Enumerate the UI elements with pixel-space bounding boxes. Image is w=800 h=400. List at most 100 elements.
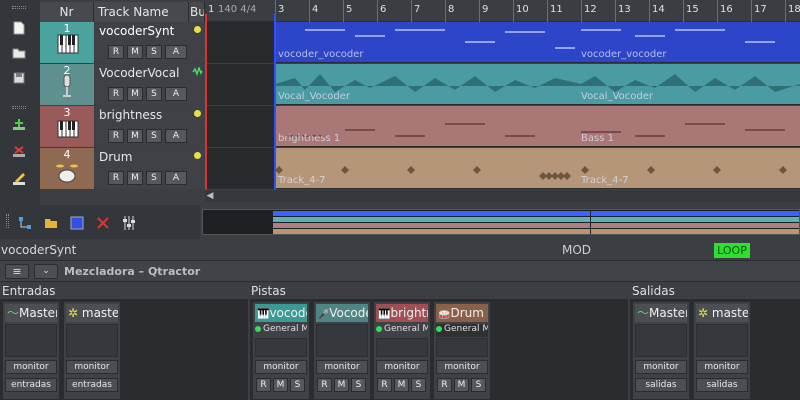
strip-instrument[interactable]: General M: [436, 324, 488, 337]
monitor-button[interactable]: monitor: [696, 360, 748, 374]
track-number-cell[interactable]: 2: [40, 64, 94, 105]
session-overview[interactable]: [202, 209, 800, 235]
header-nr[interactable]: Nr: [40, 2, 94, 22]
midi-clip[interactable]: brightness 1 Bass 1: [275, 106, 800, 146]
track-name-cell[interactable]: VocoderVocal R M S A: [95, 64, 190, 105]
route-button[interactable]: entradas: [66, 378, 118, 392]
mixer-output-strip[interactable]: ✲ master monitor salidas: [693, 301, 751, 400]
strip-name[interactable]: 🎹brightn: [376, 304, 428, 322]
remove-track-icon[interactable]: [9, 143, 29, 161]
automation-button[interactable]: A: [165, 171, 187, 185]
route-button[interactable]: salidas: [696, 378, 748, 392]
mute-button[interactable]: M: [394, 378, 409, 392]
strip-plugin-area[interactable]: [696, 324, 748, 357]
strip-name[interactable]: 〜Master: [5, 304, 57, 322]
monitor-button[interactable]: monitor: [436, 360, 488, 374]
mixer-icon[interactable]: [122, 215, 136, 231]
toolbar-grip[interactable]: [12, 106, 26, 109]
mute-button[interactable]: M: [454, 378, 469, 392]
track-row[interactable]: 4 Drum R M S A: [40, 148, 205, 189]
mixer-track-strip[interactable]: 🎹brightn General M monitor R M S: [373, 301, 431, 400]
midi-clip[interactable]: vocoder_vocoder vocoder_vocoder: [275, 22, 800, 62]
strip-plugin-area[interactable]: [5, 324, 57, 357]
route-icon[interactable]: [18, 216, 32, 230]
track-lane[interactable]: brightness 1 Bass 1: [205, 106, 800, 147]
bus-cell[interactable]: [190, 64, 205, 105]
solo-button[interactable]: S: [146, 171, 162, 185]
strip-plugin-area[interactable]: [436, 338, 488, 357]
mute-button[interactable]: M: [273, 378, 288, 392]
menu-icon[interactable]: ≡: [5, 264, 29, 279]
strip-plugin-area[interactable]: [255, 338, 307, 357]
monitor-button[interactable]: monitor: [66, 360, 118, 374]
track-row[interactable]: 1 vocoderSynt R M S A: [40, 22, 205, 63]
monitor-button[interactable]: monitor: [316, 360, 368, 374]
automation-button[interactable]: A: [165, 45, 187, 59]
track-lane[interactable]: Vocal_Vocoder Vocal_Vocoder: [205, 64, 800, 105]
drum-clip[interactable]: Track_4-7 Track_4-7: [275, 148, 800, 188]
record-button[interactable]: R: [317, 378, 332, 392]
track-lane[interactable]: vocoder_vocoder vocoder_vocoder: [205, 22, 800, 63]
automation-button[interactable]: A: [165, 129, 187, 143]
record-button[interactable]: R: [108, 129, 124, 143]
track-number-cell[interactable]: 1: [40, 22, 94, 63]
folder-icon[interactable]: [44, 216, 58, 230]
track-row[interactable]: 3 brightness R M S A: [40, 106, 205, 147]
track-name-cell[interactable]: Drum R M S A: [95, 148, 190, 189]
strip-name[interactable]: 〜Master: [635, 304, 687, 322]
strip-name[interactable]: 🥁Drum: [436, 304, 488, 322]
track-name-cell[interactable]: brightness R M S A: [95, 106, 190, 147]
solo-button[interactable]: S: [146, 87, 162, 101]
bus-cell[interactable]: [190, 106, 205, 147]
solo-button[interactable]: S: [411, 378, 426, 392]
record-button[interactable]: R: [108, 171, 124, 185]
horizontal-scrollbar[interactable]: ◀: [205, 190, 800, 202]
strip-name[interactable]: ✲ master: [696, 304, 748, 322]
record-button[interactable]: R: [108, 45, 124, 59]
track-name-cell[interactable]: vocoderSynt R M S A: [95, 22, 190, 63]
record-button[interactable]: R: [377, 378, 392, 392]
strip-instrument[interactable]: General M: [376, 324, 428, 337]
mute-button[interactable]: M: [334, 378, 349, 392]
strip-name[interactable]: 🎤Vocode: [316, 304, 368, 322]
solo-button[interactable]: S: [146, 45, 162, 59]
mixer-input-strip[interactable]: 〜Master monitor entradas: [2, 301, 60, 400]
automation-button[interactable]: A: [165, 87, 187, 101]
record-button[interactable]: R: [437, 378, 452, 392]
solo-button[interactable]: S: [471, 378, 486, 392]
status-loop[interactable]: LOOP: [714, 243, 750, 258]
loop-start-marker[interactable]: [274, 14, 276, 190]
strip-instrument[interactable]: General M: [255, 324, 307, 337]
bus-cell[interactable]: [190, 148, 205, 189]
mixer-output-strip[interactable]: 〜Master monitor salidas: [632, 301, 690, 400]
mute-button[interactable]: M: [127, 45, 143, 59]
monitor-button[interactable]: monitor: [635, 360, 687, 374]
mixer-track-strip[interactable]: 🎹vocode General M monitor R M S: [252, 301, 310, 400]
floppy-save-icon[interactable]: [9, 69, 29, 87]
toolbar-grip[interactable]: [6, 214, 9, 228]
solo-button[interactable]: S: [146, 129, 162, 143]
track-number-cell[interactable]: 4: [40, 148, 94, 189]
header-track-name[interactable]: Track Name: [94, 2, 189, 22]
mute-button[interactable]: M: [127, 87, 143, 101]
track-lane[interactable]: Track_4-7 Track_4-7: [205, 148, 800, 189]
header-bus[interactable]: Bu: [189, 2, 205, 22]
strip-name[interactable]: 🎹vocode: [255, 304, 307, 322]
solo-button[interactable]: S: [351, 378, 366, 392]
folder-open-icon[interactable]: [9, 44, 29, 62]
mixer-track-strip[interactable]: 🎤Vocode monitor R M S: [313, 301, 371, 400]
edit-track-icon[interactable]: [9, 170, 29, 188]
monitor-button[interactable]: monitor: [255, 360, 307, 374]
bus-cell[interactable]: [190, 22, 205, 63]
strip-plugin-area[interactable]: [376, 338, 428, 357]
track-row[interactable]: 2 VocoderVocal R M S A: [40, 64, 205, 105]
add-track-icon[interactable]: [9, 116, 29, 134]
record-button[interactable]: R: [256, 378, 271, 392]
solo-button[interactable]: S: [290, 378, 305, 392]
route-button[interactable]: entradas: [5, 378, 57, 392]
connections-icon[interactable]: [96, 216, 110, 230]
toolbar-grip[interactable]: [12, 6, 26, 9]
audio-clip[interactable]: Vocal_Vocoder Vocal_Vocoder: [275, 64, 800, 104]
mixer-input-strip[interactable]: ✲ master monitor entradas: [63, 301, 121, 400]
chevron-down-icon[interactable]: ⌄: [34, 264, 58, 279]
